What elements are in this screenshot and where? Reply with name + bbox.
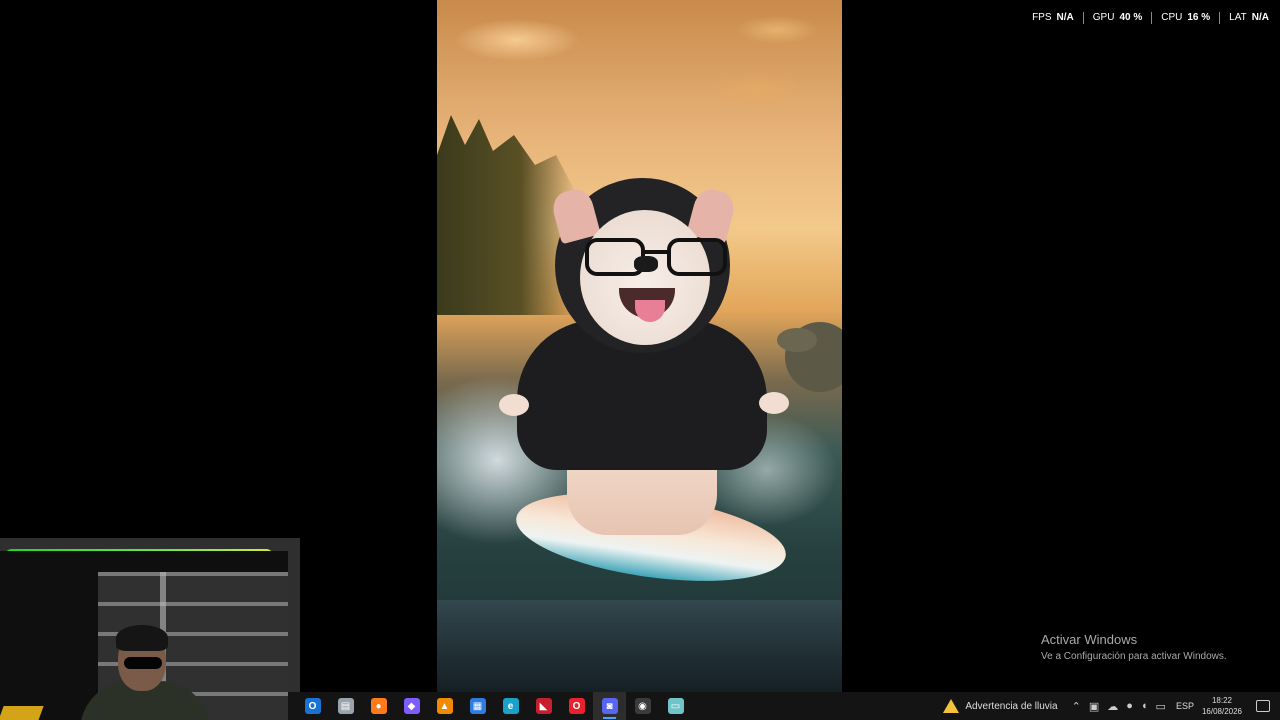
network-icon[interactable]: ▭ xyxy=(1156,700,1166,713)
taskbar: O ▤ ● ◆ ▲ ▦ e ◣ O ◙ ◉ ▭ Advertencia de lluvia ⌃ ▣ ☁… xyxy=(288,692,1280,720)
edge-icon: e xyxy=(502,698,519,714)
meet-icon[interactable]: ▣ xyxy=(1089,700,1099,713)
clock[interactable]: 18:22 16/08/2026 xyxy=(1202,695,1242,717)
activation-watermark: Activar Windows Ve a Configuración para … xyxy=(1041,632,1227,662)
video-player-frame xyxy=(437,0,842,692)
obs-icon: ◉ xyxy=(634,698,651,714)
red-app-icon: ◣ xyxy=(535,698,552,714)
taskbar-app-button[interactable]: ◉ xyxy=(626,692,659,720)
stat-fps: FPS N/A xyxy=(1023,12,1084,24)
microsoft-store-icon: ▦ xyxy=(469,698,486,714)
taskbar-app-button[interactable]: ▭ xyxy=(659,692,692,720)
stat-value: N/A xyxy=(1056,12,1074,23)
stat-label: FPS xyxy=(1032,12,1052,23)
taskbar-app-button[interactable]: ◙ xyxy=(593,692,626,720)
volume-icon[interactable]: ◖ xyxy=(1141,700,1148,712)
stat-gpu: GPU 40 % xyxy=(1084,12,1153,24)
taskbar-app-button[interactable]: O xyxy=(296,692,329,720)
glasses-right-lens xyxy=(667,238,727,276)
opera-icon: O xyxy=(568,698,585,714)
stat-label: GPU xyxy=(1092,12,1115,23)
copilot-icon: ◆ xyxy=(403,698,420,714)
taskbar-app-button[interactable]: O xyxy=(560,692,593,720)
weather-text: Advertencia de lluvia xyxy=(965,700,1058,712)
vlc-icon: ▲ xyxy=(436,698,453,714)
webcam-person-sunglasses xyxy=(124,657,162,669)
weather-widget[interactable]: Advertencia de lluvia xyxy=(943,699,1058,713)
stat-cpu: CPU 16 % xyxy=(1152,12,1221,24)
warning-icon xyxy=(943,699,960,713)
language-indicator[interactable]: ESP xyxy=(1176,701,1194,711)
taskbar-app-button[interactable]: ▤ xyxy=(329,692,362,720)
watermark-title: Activar Windows xyxy=(1041,632,1138,647)
taskbar-app-button[interactable]: ▦ xyxy=(461,692,494,720)
stat-label: LAT xyxy=(1229,12,1247,23)
taskbar-app-button[interactable]: ◆ xyxy=(395,692,428,720)
webcam-person-hair xyxy=(116,625,168,651)
webcam-feed xyxy=(0,551,288,720)
taskbar-app-button[interactable]: ● xyxy=(362,692,395,720)
tray-icons: ⌃ ▣ ☁ ● ◖ ▭ xyxy=(1072,700,1166,713)
file-explorer-icon: ▤ xyxy=(337,698,354,714)
stat-lat: LAT N/A xyxy=(1220,12,1269,24)
taskbar-app-list: O ▤ ● ◆ ▲ ▦ e ◣ O ◙ ◉ ▭ xyxy=(296,692,692,720)
discord-icon: ◙ xyxy=(601,698,618,714)
stat-value: N/A xyxy=(1251,12,1269,23)
dog-left-paw xyxy=(499,394,529,416)
dog-nose xyxy=(634,256,658,272)
stat-label: CPU xyxy=(1161,12,1183,23)
microphone-icon[interactable]: ● xyxy=(1126,700,1133,712)
firefox-icon: ● xyxy=(370,698,387,714)
webcam-yellow-accent xyxy=(0,706,44,720)
notifications-icon[interactable] xyxy=(1256,700,1270,712)
dog-glasses xyxy=(585,238,731,278)
taskbar-app-button[interactable]: ▲ xyxy=(428,692,461,720)
watermark-subtitle: Ve a Configuración para activar Windows. xyxy=(1041,651,1227,662)
glasses-bridge xyxy=(643,250,669,254)
stat-value: 16 % xyxy=(1187,12,1211,23)
performance-overlay: FPS N/A GPU 40 % CPU 16 % LAT N/A xyxy=(1023,12,1269,24)
notepad-icon: ▭ xyxy=(667,698,684,714)
video-sky xyxy=(437,0,842,160)
clock-date: 16/08/2026 xyxy=(1201,707,1242,716)
system-tray: Advertencia de lluvia ⌃ ▣ ☁ ● ◖ ▭ ESP 18… xyxy=(943,692,1280,720)
taskbar-app-button[interactable]: ◣ xyxy=(527,692,560,720)
taskbar-app-button[interactable]: e xyxy=(494,692,527,720)
clock-time: 18:22 xyxy=(1211,696,1232,705)
stat-value: 40 % xyxy=(1119,12,1143,23)
outlook-icon: O xyxy=(304,698,321,714)
video-water xyxy=(437,600,842,692)
cloud-icon[interactable]: ☁ xyxy=(1107,700,1118,713)
dog-right-paw xyxy=(759,392,789,414)
sea-turtle-head xyxy=(777,328,817,352)
chevron-up-icon[interactable]: ⌃ xyxy=(1072,700,1081,713)
